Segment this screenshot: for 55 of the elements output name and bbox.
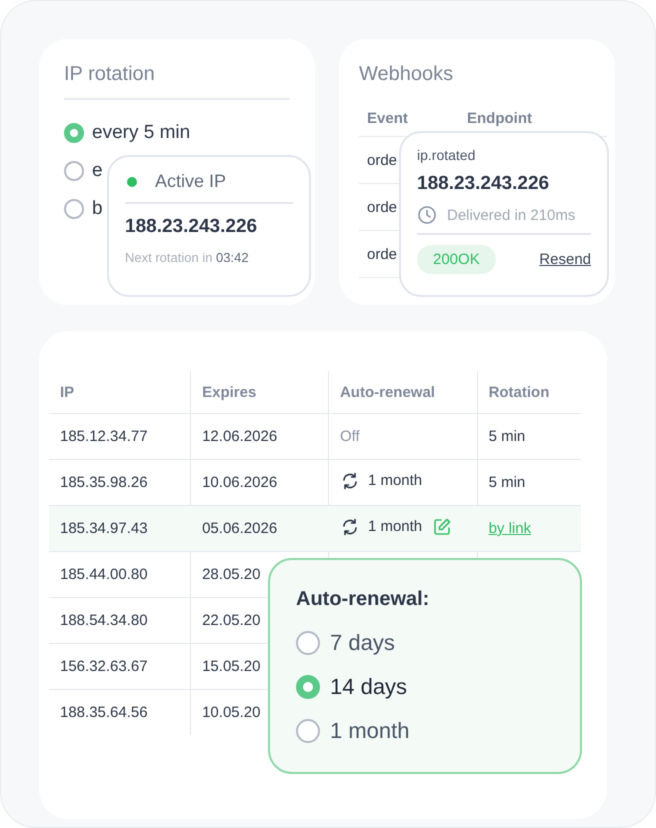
option-label: b [92,198,103,220]
ip-cell: 188.54.34.80 [60,612,148,629]
ip-cell: 156.32.63.67 [60,658,148,675]
date-cell: 28.05.20 [202,566,260,583]
column-header: Rotation [477,371,581,414]
renewal-cell: Off [340,428,360,445]
ip-cell: 188.35.64.56 [60,704,148,721]
renewal-cell: 1 month [368,472,422,489]
date-cell: 10.05.20 [202,704,260,721]
option-label: 7 days [330,630,395,656]
radio-button[interactable] [296,631,320,655]
column-header: Event [366,110,409,126]
ip-cell: 185.35.98.26 [60,474,148,491]
rotation-cell: 5 min [488,474,526,491]
column-header: Auto-renewal [328,371,478,414]
ip-cell: 185.44.00.80 [60,566,148,583]
radio-button[interactable] [296,719,320,743]
resend-link[interactable]: Resend [539,250,591,268]
option-label: 14 days [330,674,408,700]
table-cell: orde [367,198,398,216]
option-label: 1 month [330,718,410,744]
status-badge: 200OK [417,244,496,274]
date-cell: 15.05.20 [202,658,260,675]
radio-button[interactable] [296,675,320,699]
radio-button[interactable] [64,161,84,181]
option-label: e [92,160,103,182]
table-row[interactable]: 185.12.34.77 12.06.2026 Off 5 min [49,414,581,460]
status-dot-icon [127,176,137,186]
ip-address: 188.23.243.226 [417,173,550,195]
delivery-time: Delivered in 210ms [447,206,576,224]
date-cell: 12.06.2026 [202,428,278,445]
card-title: IP rotation [64,63,156,86]
card-title: Webhooks [359,63,454,86]
rotation-cell: 5 min [488,428,526,445]
table-cell: orde [367,246,398,262]
date-cell: 22.05.20 [202,612,260,629]
event-name: ip.rotated [417,147,476,163]
edit-icon[interactable] [432,516,452,536]
option-label: every 5 min [92,122,190,144]
date-cell: 10.06.2026 [202,474,278,491]
column-header: Expires [190,371,328,414]
date-cell: 05.06.2026 [202,520,278,537]
ip-cell: 185.34.97.43 [60,520,148,537]
radio-button[interactable] [64,199,84,219]
ip-cell: 185.12.34.77 [60,428,148,445]
clock-icon [417,205,437,225]
ip-address: 188.23.243.226 [125,216,258,238]
status-label: Active IP [155,171,226,192]
column-header: IP [49,371,191,414]
radio-button[interactable] [64,123,84,143]
renewal-cell: 1 month [368,518,422,535]
next-rotation-text: Next rotation in 03:42 [125,250,250,264]
selected-row[interactable]: 185.34.97.43 05.06.2026 1 month by link [49,506,581,552]
column-header: Endpoint [467,110,532,126]
table-cell: orde [367,152,398,168]
